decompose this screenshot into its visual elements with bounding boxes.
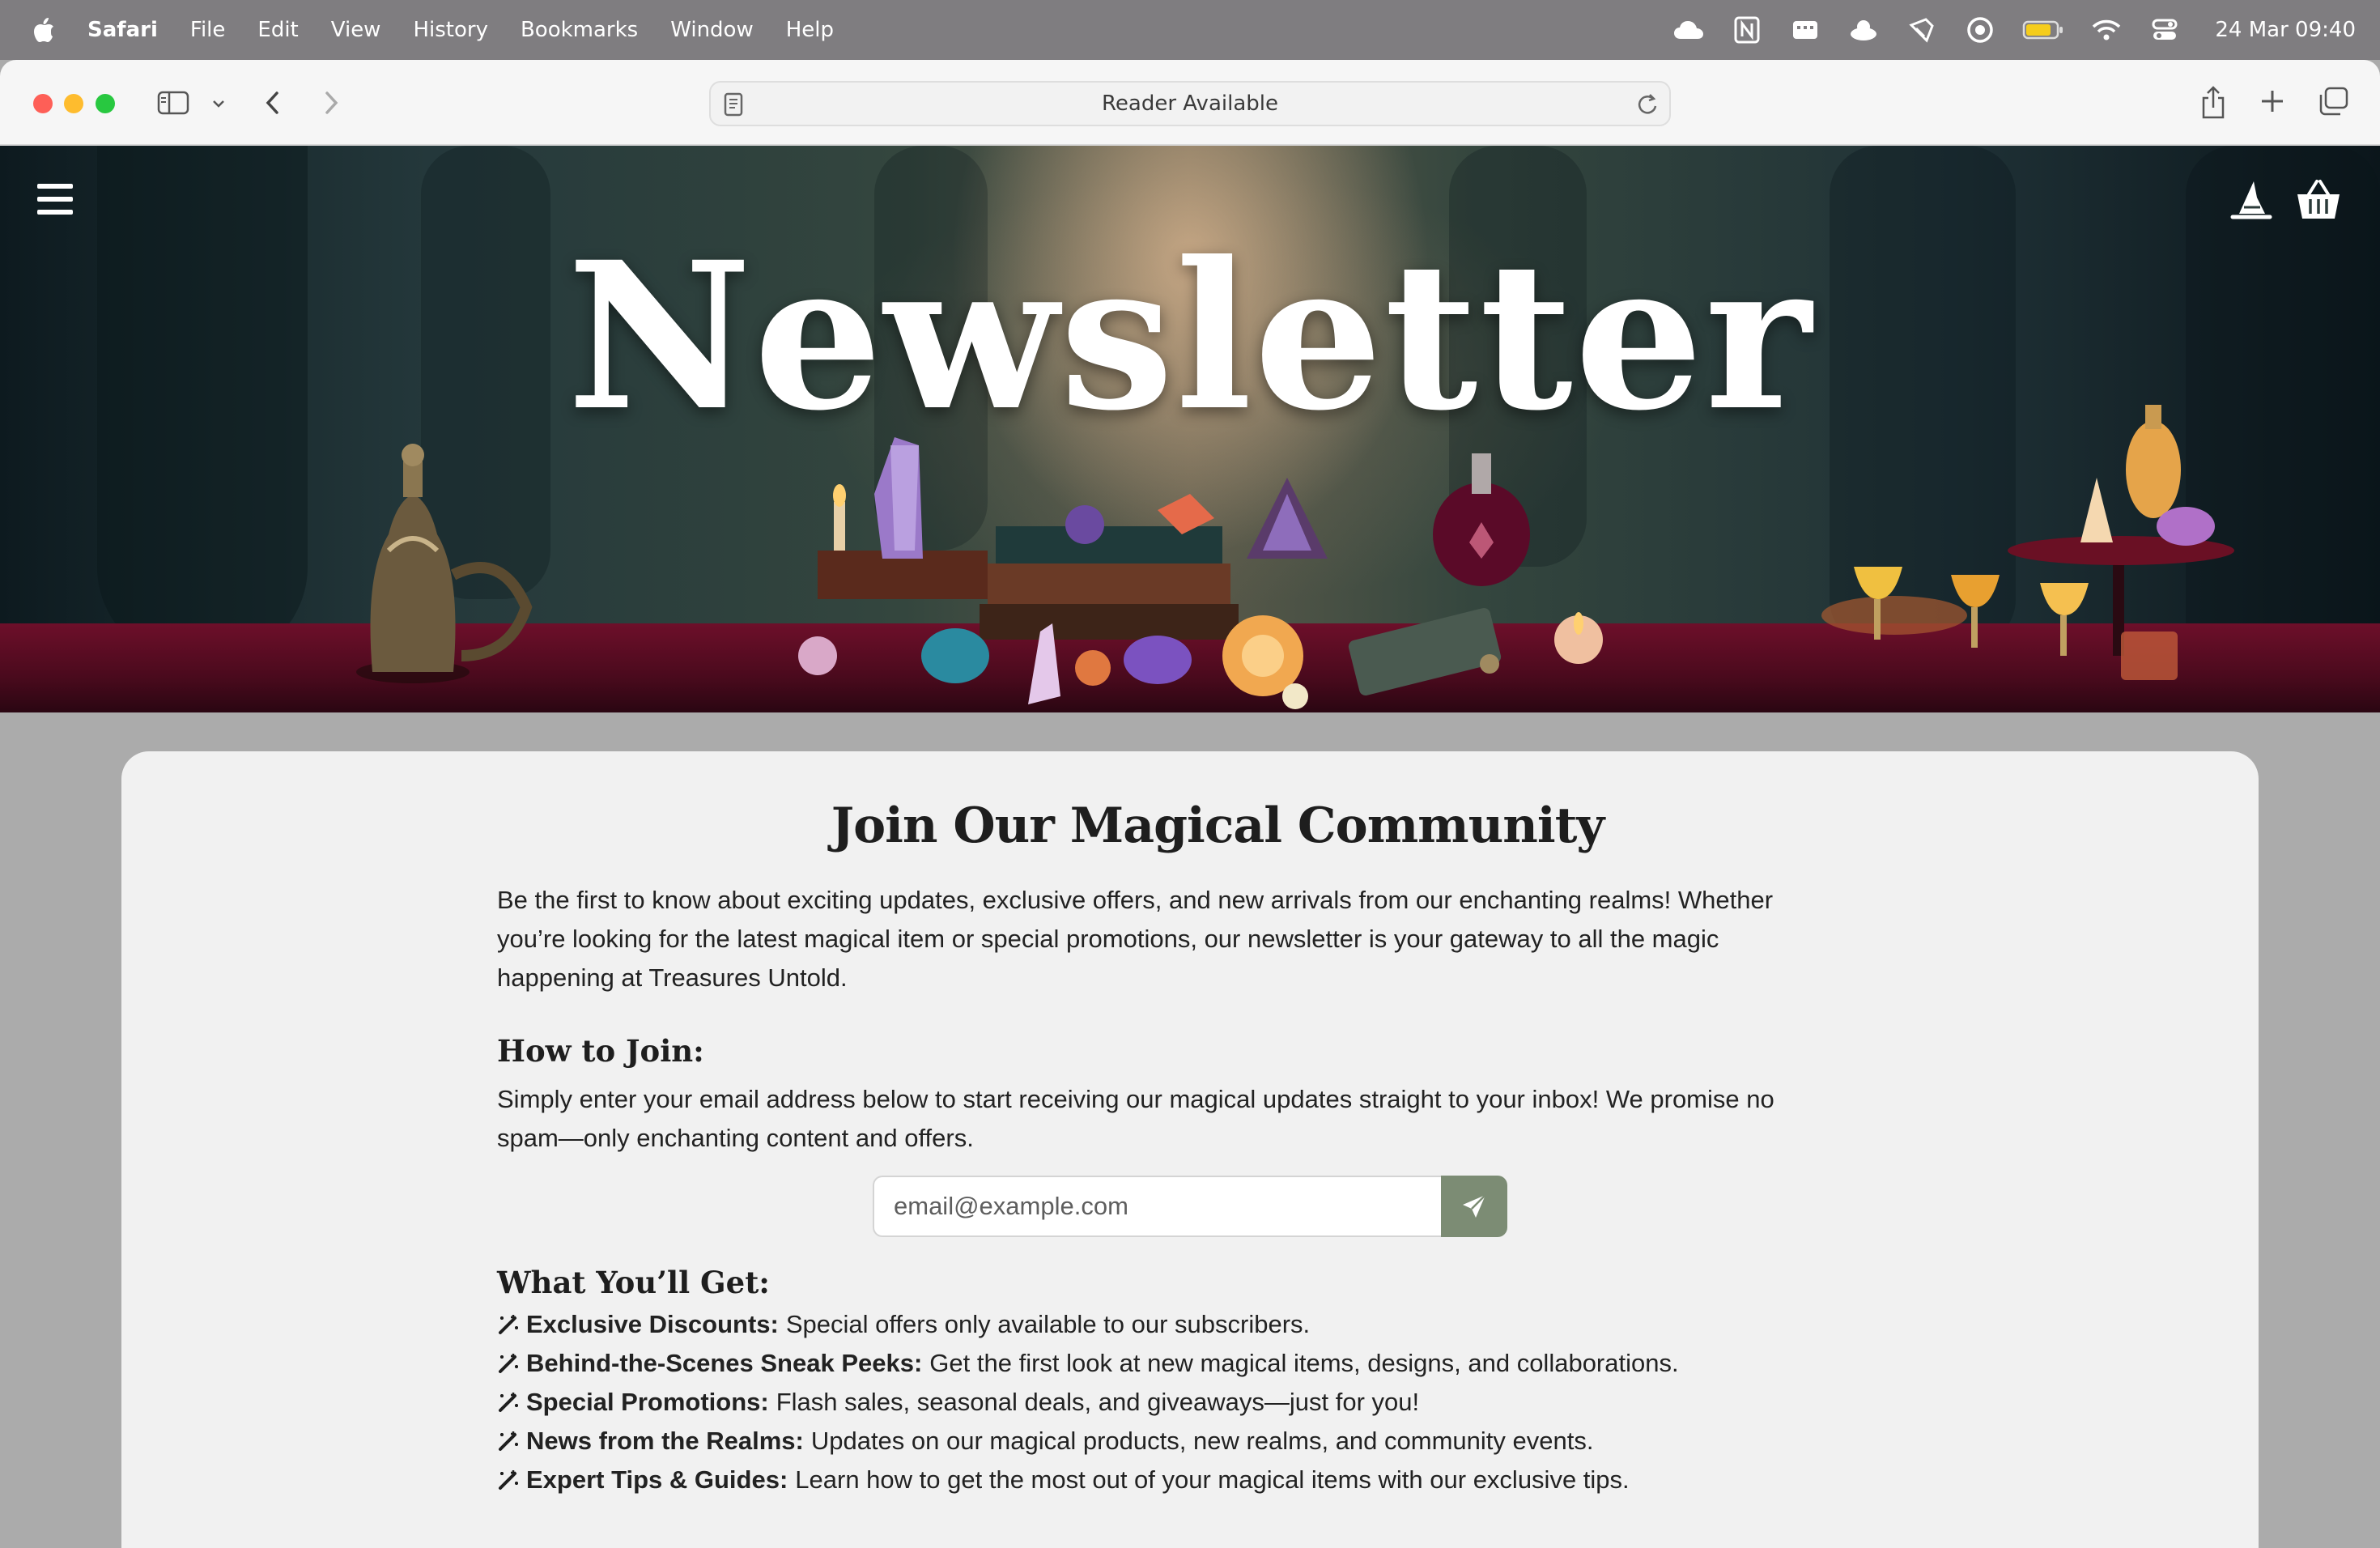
- sidebar-toggle-icon[interactable]: [157, 89, 189, 117]
- basket-icon[interactable]: [2296, 178, 2341, 222]
- control-center-icon[interactable]: [2148, 14, 2181, 46]
- benefit-title: Behind-the-Scenes Sneak Peeks:: [526, 1349, 923, 1377]
- list-item: Special Promotions: Flash sales, seasona…: [497, 1383, 1954, 1422]
- menu-window[interactable]: Window: [670, 18, 754, 42]
- new-tab-icon[interactable]: [2259, 87, 2286, 115]
- brush-icon[interactable]: [1906, 14, 1938, 46]
- newsletter-form: [873, 1176, 1507, 1237]
- window-minimize-button[interactable]: [64, 94, 83, 113]
- address-text: Reader Available: [1102, 91, 1278, 116]
- chevron-down-icon[interactable]: [209, 96, 228, 112]
- magic-wand-icon: [497, 1391, 520, 1414]
- list-item: News from the Realms: Updates on our mag…: [497, 1422, 1954, 1461]
- intro-paragraph: Be the first to know about exciting upda…: [497, 886, 1774, 992]
- menu-history[interactable]: History: [413, 18, 488, 42]
- notion-icon[interactable]: [1731, 14, 1763, 46]
- send-icon: [1463, 1194, 1486, 1218]
- benefit-text: Flash sales, seasonal deals, and giveawa…: [776, 1388, 1420, 1416]
- forward-icon[interactable]: [319, 89, 343, 117]
- cloud-app-icon[interactable]: [1847, 14, 1880, 46]
- window-close-button[interactable]: [33, 94, 53, 113]
- hero-banner: Newsletter: [0, 146, 2380, 712]
- menubar-clock[interactable]: 24 Mar 09:40: [2215, 18, 2356, 42]
- benefits-heading: What You’ll Get:: [497, 1265, 770, 1300]
- menu-view[interactable]: View: [331, 18, 381, 42]
- benefit-text: Get the first look at new magical items,…: [929, 1349, 1679, 1377]
- magic-wand-icon: [497, 1313, 520, 1336]
- list-item: Exclusive Discounts: Special offers only…: [497, 1305, 1954, 1344]
- menu-file[interactable]: File: [190, 18, 226, 42]
- share-icon[interactable]: [2199, 84, 2228, 120]
- tab-overview-icon[interactable]: [2317, 86, 2349, 117]
- reload-icon[interactable]: [1635, 92, 1658, 122]
- wifi-icon[interactable]: [2090, 14, 2123, 46]
- page-title: Join Our Magical Community: [831, 797, 1605, 854]
- benefit-title: Special Promotions:: [526, 1388, 769, 1416]
- menu-app-safari[interactable]: Safari: [87, 18, 158, 42]
- hero-title: Newsletter: [567, 217, 1813, 455]
- magic-wand-icon: [497, 1469, 520, 1491]
- menu-help[interactable]: Help: [786, 18, 834, 42]
- magic-wand-icon: [497, 1430, 520, 1452]
- benefit-title: Expert Tips & Guides:: [526, 1465, 788, 1494]
- apple-menu-icon[interactable]: [32, 16, 57, 44]
- how-to-join-heading: How to Join:: [497, 1033, 704, 1069]
- subscribe-button[interactable]: [1441, 1176, 1507, 1237]
- potion-book-illustration: [1348, 453, 1603, 696]
- reader-icon[interactable]: [724, 92, 743, 122]
- screen-icon[interactable]: [1789, 14, 1821, 46]
- benefit-text: Updates on our magical products, new rea…: [810, 1427, 1594, 1455]
- hamburger-menu-icon[interactable]: [37, 182, 73, 218]
- window-zoom-button[interactable]: [96, 94, 115, 113]
- battery-icon[interactable]: [2022, 14, 2064, 46]
- record-icon[interactable]: [1964, 14, 1996, 46]
- list-item: Behind-the-Scenes Sneak Peeks: Get the f…: [497, 1344, 1954, 1383]
- menu-bar: Safari File Edit View History Bookmarks …: [0, 0, 2380, 60]
- list-item: Expert Tips & Guides: Learn how to get t…: [497, 1461, 1954, 1499]
- how-to-join-text: Simply enter your email address below to…: [497, 1085, 1774, 1152]
- wizard-hat-icon[interactable]: [2229, 178, 2273, 222]
- card-content: Join Our Magical Community Be the first …: [497, 793, 1938, 1158]
- email-input[interactable]: [873, 1176, 1441, 1237]
- benefit-title: Exclusive Discounts:: [526, 1310, 779, 1338]
- back-icon[interactable]: [261, 89, 285, 117]
- benefit-text: Learn how to get the most out of your ma…: [795, 1465, 1630, 1494]
- creative-cloud-icon[interactable]: [1672, 14, 1705, 46]
- menu-edit[interactable]: Edit: [257, 18, 298, 42]
- magic-wand-icon: [497, 1352, 520, 1375]
- benefits-section: What You’ll Get: Exclusive Discounts: Sp…: [497, 1260, 1954, 1499]
- address-bar[interactable]: Reader Available: [709, 81, 1671, 126]
- benefit-text: Special offers only available to our sub…: [785, 1310, 1311, 1338]
- menu-bookmarks[interactable]: Bookmarks: [521, 18, 638, 42]
- teapot-illustration: [356, 444, 533, 683]
- benefit-title: News from the Realms:: [526, 1427, 804, 1455]
